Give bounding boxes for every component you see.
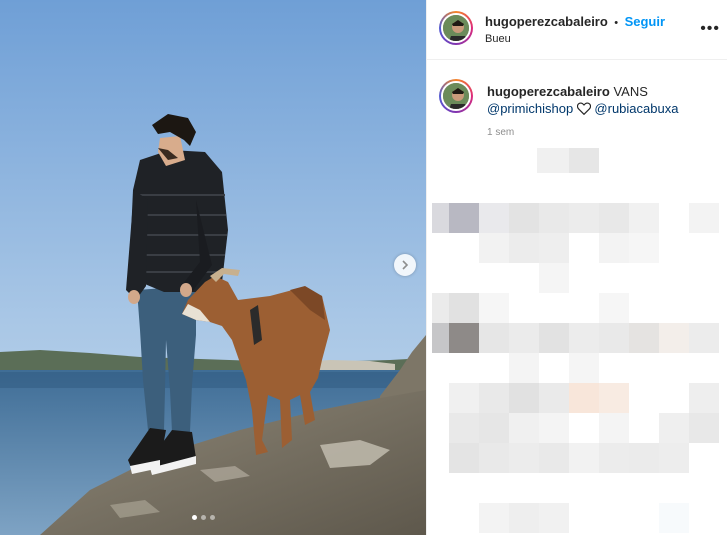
post-timestamp: 1 sem: [487, 127, 515, 138]
post-photo[interactable]: [0, 0, 426, 535]
username-link[interactable]: hugoperezcabaleiro: [485, 14, 608, 29]
post-caption: hugoperezcabaleiro VANS @primichishop @r…: [487, 83, 717, 117]
carousel-dot: [201, 515, 206, 520]
post-photo-illustration: [0, 0, 426, 535]
follow-separator: •: [614, 17, 619, 29]
avatar-image: [441, 13, 471, 43]
carousel-indicator: [192, 515, 215, 520]
carousel-next-button[interactable]: [394, 254, 416, 276]
carousel-dot: [210, 515, 215, 520]
caption-username-link[interactable]: hugoperezcabaleiro: [487, 84, 610, 99]
caption-avatar[interactable]: [439, 79, 473, 113]
location-link[interactable]: Bueu: [485, 33, 511, 45]
follow-button[interactable]: Seguir: [625, 14, 665, 29]
more-options-icon: •••: [700, 20, 720, 37]
header-title-row: hugoperezcabaleiro • Seguir: [485, 13, 665, 31]
avatar-image: [441, 81, 471, 111]
more-options-button[interactable]: •••: [700, 20, 720, 38]
carousel-dot-active: [192, 515, 197, 520]
avatar[interactable]: [439, 11, 473, 45]
post-side-panel: hugoperezcabaleiro • Seguir Bueu ••• hug…: [426, 0, 727, 535]
chevron-right-icon: [402, 260, 409, 270]
mention-link[interactable]: @rubiacabuxa: [594, 101, 678, 116]
mention-link[interactable]: @primichishop: [487, 101, 573, 116]
heart-outline-icon: [576, 102, 591, 115]
caption-text: VANS: [613, 84, 648, 99]
post-header: hugoperezcabaleiro • Seguir Bueu •••: [427, 0, 727, 60]
